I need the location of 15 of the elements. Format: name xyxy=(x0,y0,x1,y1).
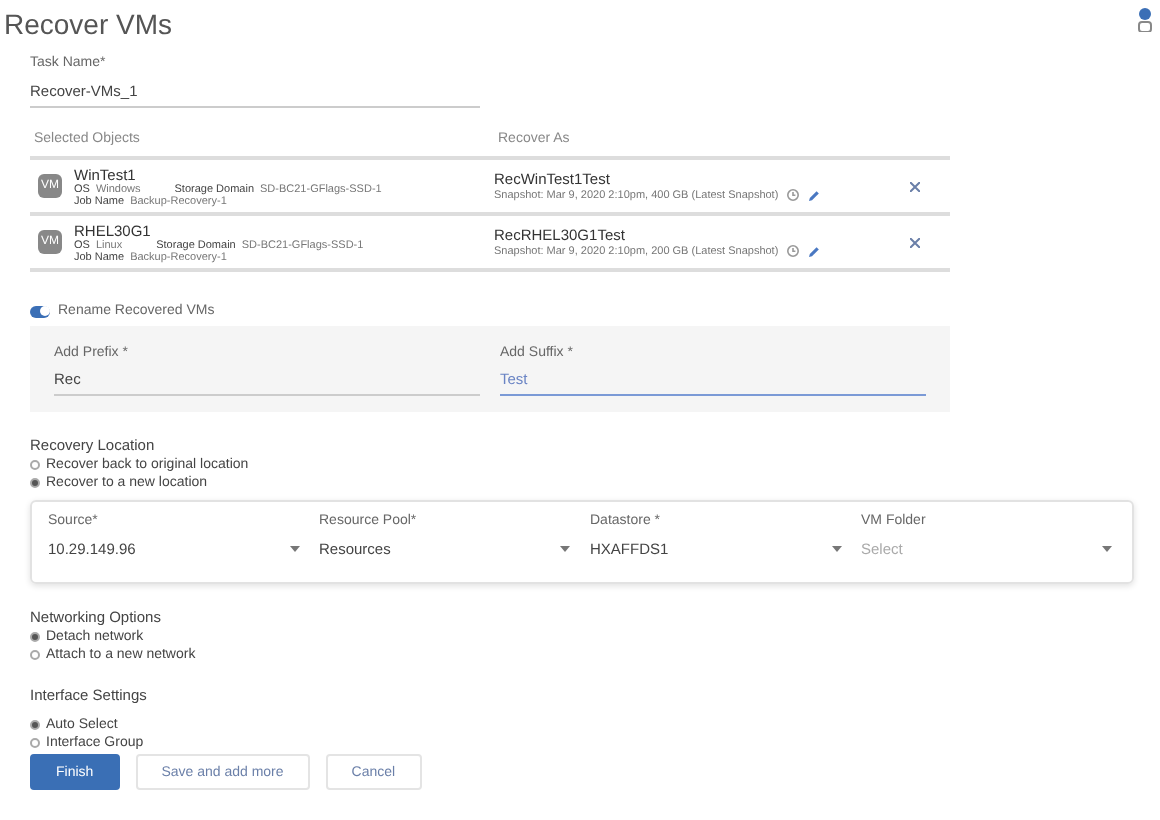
radio-button[interactable] xyxy=(30,720,40,730)
user-icon[interactable] xyxy=(1138,8,1152,32)
edit-icon[interactable] xyxy=(808,189,821,201)
edit-icon[interactable] xyxy=(808,245,821,257)
caret-icon xyxy=(289,546,299,552)
caret-icon xyxy=(560,546,570,552)
radio-button[interactable] xyxy=(30,650,40,660)
caret-icon xyxy=(1102,546,1112,552)
page-title: Recover VMs xyxy=(4,8,173,40)
caret-icon xyxy=(831,546,841,552)
radio-button[interactable] xyxy=(30,460,40,470)
radio-button[interactable] xyxy=(30,478,40,488)
toggle-switch[interactable] xyxy=(30,305,50,317)
radio-button[interactable] xyxy=(30,632,40,642)
radio-button[interactable] xyxy=(30,738,40,748)
